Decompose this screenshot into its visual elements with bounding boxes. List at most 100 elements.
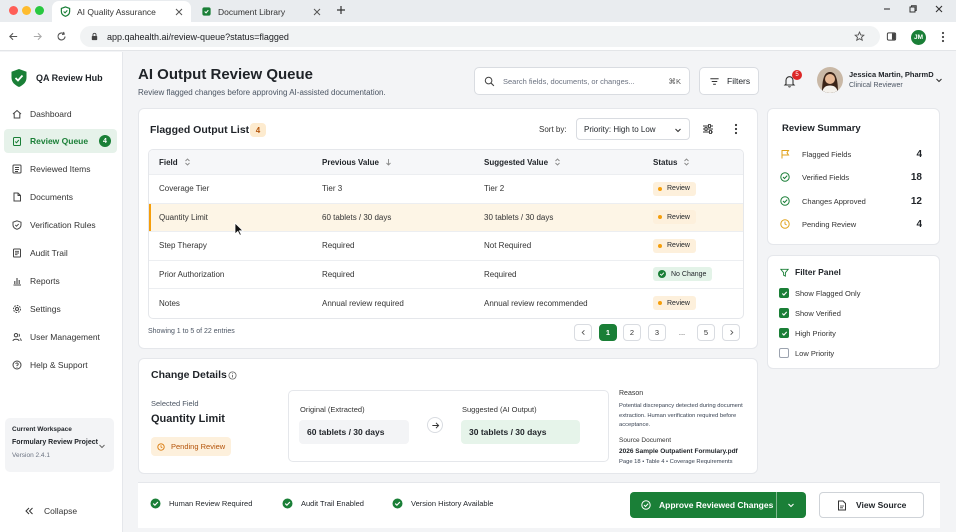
filters-button[interactable]: Filters xyxy=(699,67,759,95)
workspace-selector[interactable]: Current Workspace Formulary Review Proje… xyxy=(5,418,114,472)
sidebar-item-user-management[interactable]: User Management xyxy=(4,325,117,349)
brand[interactable]: QA Review Hub xyxy=(10,68,103,88)
sidebar-item-reviewed-items[interactable]: Reviewed Items xyxy=(4,157,117,181)
filter-option-low-priority[interactable]: Low Priority xyxy=(779,347,834,359)
cell-field: Quantity Limit xyxy=(159,212,208,222)
cell-status: Review xyxy=(653,289,696,318)
sort-icon xyxy=(184,158,191,166)
chevron-right-icon xyxy=(728,329,735,336)
close-window-icon[interactable] xyxy=(934,4,944,14)
chevron-down-icon xyxy=(674,126,682,134)
check-circle-icon xyxy=(780,172,790,182)
new-tab-icon[interactable] xyxy=(336,5,346,15)
checkbox-checked[interactable] xyxy=(779,288,789,298)
summary-changes-approved: Changes Approved 12 xyxy=(780,194,922,208)
window-maximize-dot[interactable] xyxy=(35,6,44,15)
suggested-caption: Suggested (AI Output) xyxy=(462,405,537,414)
close-icon[interactable] xyxy=(313,8,321,16)
next-page-button[interactable] xyxy=(722,324,740,341)
approve-changes-button[interactable]: Approve Reviewed Changes xyxy=(630,492,806,518)
avatar[interactable] xyxy=(817,67,843,93)
summary-verified-fields: Verified Fields 18 xyxy=(780,170,922,184)
bookmark-star-icon[interactable] xyxy=(854,31,865,42)
column-header-previous-value[interactable]: Previous Value xyxy=(322,150,392,174)
browser-tab-ai-qa[interactable]: AI Quality Assurance xyxy=(52,1,191,22)
check-circle-icon xyxy=(641,500,651,510)
chevron-down-icon[interactable] xyxy=(787,501,795,509)
page-button-3[interactable]: 3 xyxy=(648,324,666,341)
sidebar-item-reports[interactable]: Reports xyxy=(4,269,117,293)
prev-page-button[interactable] xyxy=(574,324,592,341)
chevron-down-icon[interactable] xyxy=(935,76,943,84)
check-circle-icon xyxy=(150,498,161,509)
cell-field: Step Therapy xyxy=(159,241,207,251)
column-header-suggested-value[interactable]: Suggested Value xyxy=(484,150,561,174)
filter-option-show-flagged[interactable]: Show Flagged Only xyxy=(779,287,860,299)
restore-icon[interactable] xyxy=(908,4,918,14)
forward-icon[interactable] xyxy=(32,31,43,42)
sidebar-item-verification-rules[interactable]: Verification Rules xyxy=(4,213,117,237)
table-row[interactable]: Step Therapy Required Not Required Revie… xyxy=(149,232,743,261)
browser-tab-document-library[interactable]: Document Library xyxy=(193,1,329,22)
mouse-cursor-icon xyxy=(234,222,244,236)
sidebar-item-label: Settings xyxy=(30,304,61,314)
browser-menu-icon[interactable] xyxy=(938,31,948,43)
cell-suggested: Tier 2 xyxy=(484,184,505,194)
minimize-icon[interactable] xyxy=(882,4,892,14)
button-divider xyxy=(776,492,777,518)
window-minimize-dot[interactable] xyxy=(22,6,31,15)
table-row[interactable]: Prior Authorization Required Required No… xyxy=(149,261,743,289)
sidebar-item-review-queue[interactable]: Review Queue 4 xyxy=(4,129,117,153)
shield-logo-icon xyxy=(10,68,28,88)
pending-review-badge: Pending Review xyxy=(151,437,231,456)
status-text: No Change xyxy=(671,270,707,278)
sidebar-item-audit-trail[interactable]: Audit Trail xyxy=(4,241,117,265)
filter-option-high-priority[interactable]: High Priority xyxy=(779,327,836,339)
checkbox-checked[interactable] xyxy=(779,328,789,338)
cell-suggested: Required xyxy=(484,269,517,279)
window-close-dot[interactable] xyxy=(9,6,18,15)
sidebar-item-settings[interactable]: Settings xyxy=(4,297,117,321)
url-field[interactable]: app.qahealth.ai/review-queue?status=flag… xyxy=(80,26,880,47)
sidebar-item-documents[interactable]: Documents xyxy=(4,185,117,209)
user-name: Jessica Martin, PharmD xyxy=(849,70,934,79)
checkbox-unchecked[interactable] xyxy=(779,348,789,358)
more-options-icon[interactable] xyxy=(732,123,740,135)
info-icon[interactable] xyxy=(228,371,237,380)
clock-icon xyxy=(157,442,165,451)
status-badge: Review xyxy=(653,238,696,253)
table-row[interactable]: Notes Annual review required Annual revi… xyxy=(149,289,743,318)
page-button-2[interactable]: 2 xyxy=(623,324,641,341)
sidebar-item-label: Dashboard xyxy=(30,109,72,119)
sliders-icon[interactable] xyxy=(702,123,714,135)
view-source-button[interactable]: View Source xyxy=(819,492,924,518)
cell-suggested: 30 tablets / 30 days xyxy=(484,212,554,222)
source-file-link[interactable]: 2026 Sample Outpatient Formulary.pdf xyxy=(619,448,738,455)
cell-status: Review xyxy=(653,175,696,203)
page-button-5[interactable]: 5 xyxy=(697,324,715,341)
collapse-button[interactable]: Collapse xyxy=(24,506,77,516)
reason-heading: Reason xyxy=(619,390,644,397)
close-icon[interactable] xyxy=(175,8,183,16)
browser-profile-avatar[interactable]: JM xyxy=(911,30,926,45)
suggested-value: 30 tablets / 30 days xyxy=(461,420,580,444)
filter-option-show-verified[interactable]: Show Verified xyxy=(779,307,841,319)
summary-label: Flagged Fields xyxy=(802,149,852,159)
sidebar-item-help-support[interactable]: Help & Support xyxy=(4,353,117,377)
filters-label: Filters xyxy=(727,76,751,86)
checkbox-checked[interactable] xyxy=(779,308,789,318)
cell-previous: Required xyxy=(322,269,355,279)
column-header-status[interactable]: Status xyxy=(653,150,690,174)
sidebar-item-label: Review Queue xyxy=(30,136,89,146)
summary-pending-review: Pending Review 4 xyxy=(780,217,922,231)
arrow-right-icon xyxy=(427,417,443,433)
sidebar-item-dashboard[interactable]: Dashboard xyxy=(4,102,117,126)
column-header-field[interactable]: Field xyxy=(159,150,191,174)
page-button-1[interactable]: 1 xyxy=(599,324,617,341)
sort-select[interactable]: Priority: High to Low xyxy=(576,118,690,140)
reload-icon[interactable] xyxy=(56,31,67,42)
table-row[interactable]: Coverage Tier Tier 3 Tier 2 Review xyxy=(149,175,743,204)
back-icon[interactable] xyxy=(8,31,19,42)
search-input[interactable]: Search fields, documents, or changes... … xyxy=(474,67,690,95)
side-panel-icon[interactable] xyxy=(886,31,897,42)
